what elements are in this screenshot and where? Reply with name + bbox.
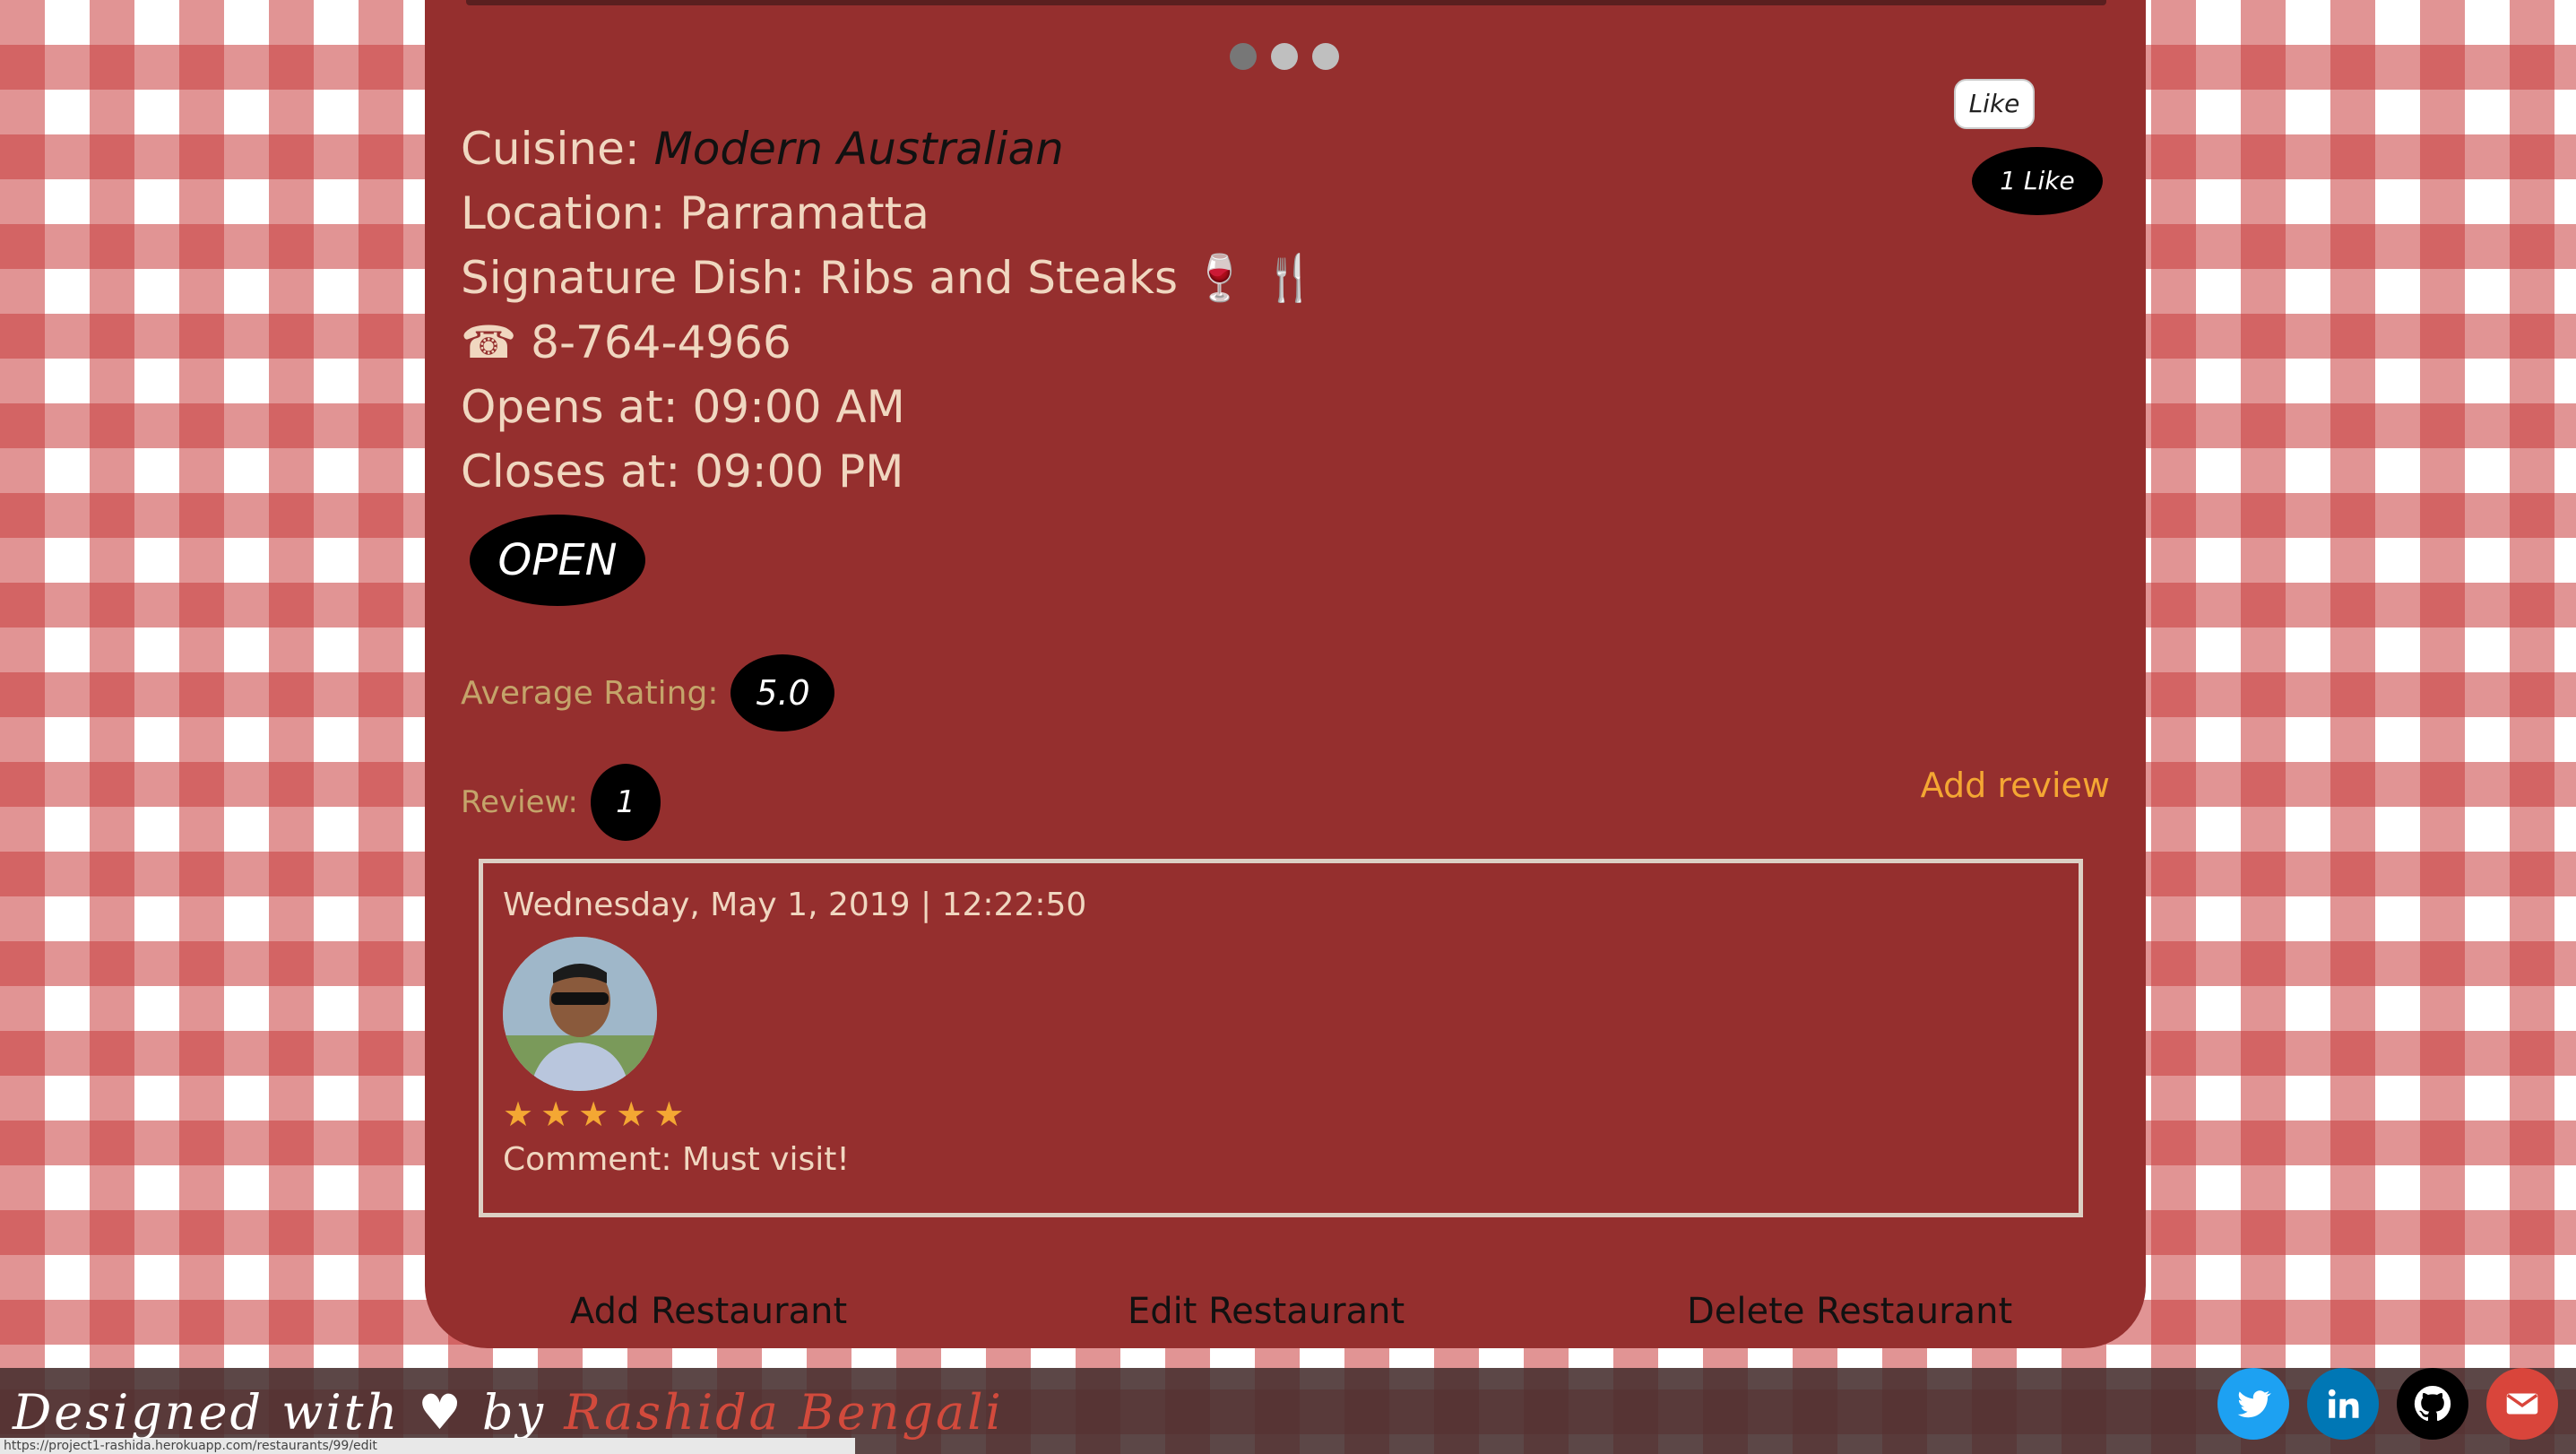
edit-restaurant-link[interactable]: Edit Restaurant (1128, 1291, 1405, 1332)
footer-credit-prefix: Designed with ♥ by (13, 1384, 547, 1441)
review-count-value: 1 (590, 764, 661, 841)
carousel-dot[interactable] (1271, 43, 1298, 70)
restaurant-card: Like 1 Like Cuisine: Modern Australian L… (425, 0, 2146, 1348)
cuisine-line: Cuisine: Modern Australian (461, 117, 1318, 181)
cuisine-label: Cuisine: (461, 123, 640, 175)
like-button[interactable]: Like (1954, 79, 2035, 129)
status-bar-url: https://project1-rashida.herokuapp.com/r… (0, 1438, 855, 1454)
carousel-indicators (1230, 43, 1339, 70)
email-icon[interactable] (2486, 1368, 2558, 1440)
average-rating-value: 5.0 (730, 654, 835, 731)
review-stars: ★ ★ ★ ★ ★ (503, 1095, 684, 1134)
average-rating-label: Average Rating: (461, 674, 719, 712)
carousel-dot[interactable] (1312, 43, 1339, 70)
footer-author[interactable]: Rashida Bengali (564, 1384, 1004, 1441)
linkedin-icon[interactable] (2307, 1368, 2379, 1440)
location: Location: Parramatta (461, 187, 929, 239)
star-icon: ★ (653, 1095, 685, 1134)
add-review-link[interactable]: Add review (1921, 766, 2110, 805)
cuisine-value: Modern Australian (653, 123, 1064, 175)
github-icon[interactable] (2397, 1368, 2468, 1440)
twitter-icon[interactable] (2217, 1368, 2289, 1440)
review-comment: Comment: Must visit! (503, 1141, 850, 1178)
average-rating: Average Rating: 5.0 (461, 654, 835, 731)
reviewer-avatar (503, 937, 657, 1091)
review-item: Wednesday, May 1, 2019 | 12:22:50 ★ ★ ★ … (479, 859, 2083, 1217)
like-count-badge: 1 Like (1972, 147, 2103, 215)
star-icon: ★ (578, 1095, 609, 1134)
phone-number: ☎ 8-764-4966 (461, 316, 791, 368)
opening-time: Opens at: 09:00 AM (461, 381, 905, 433)
star-icon: ★ (616, 1095, 647, 1134)
footer-credit: Designed with ♥ by Rashida Bengali (13, 1384, 1004, 1441)
closing-time: Closes at: 09:00 PM (461, 446, 904, 498)
review-count-label: Review: (461, 784, 578, 820)
restaurant-info: Cuisine: Modern Australian Location: Par… (461, 117, 1318, 504)
carousel-dot[interactable] (1230, 43, 1257, 70)
signature-dish: Signature Dish: Ribs and Steaks 🍷 🍴 (461, 252, 1318, 304)
review-count: Review: 1 (461, 764, 661, 841)
review-date: Wednesday, May 1, 2019 | 12:22:50 (503, 887, 1087, 923)
carousel-image-edge (466, 0, 2106, 5)
open-status-badge: OPEN (470, 515, 645, 606)
add-restaurant-link[interactable]: Add Restaurant (570, 1291, 847, 1332)
delete-restaurant-link[interactable]: Delete Restaurant (1687, 1291, 2012, 1332)
star-icon: ★ (540, 1095, 572, 1134)
star-icon: ★ (503, 1095, 534, 1134)
